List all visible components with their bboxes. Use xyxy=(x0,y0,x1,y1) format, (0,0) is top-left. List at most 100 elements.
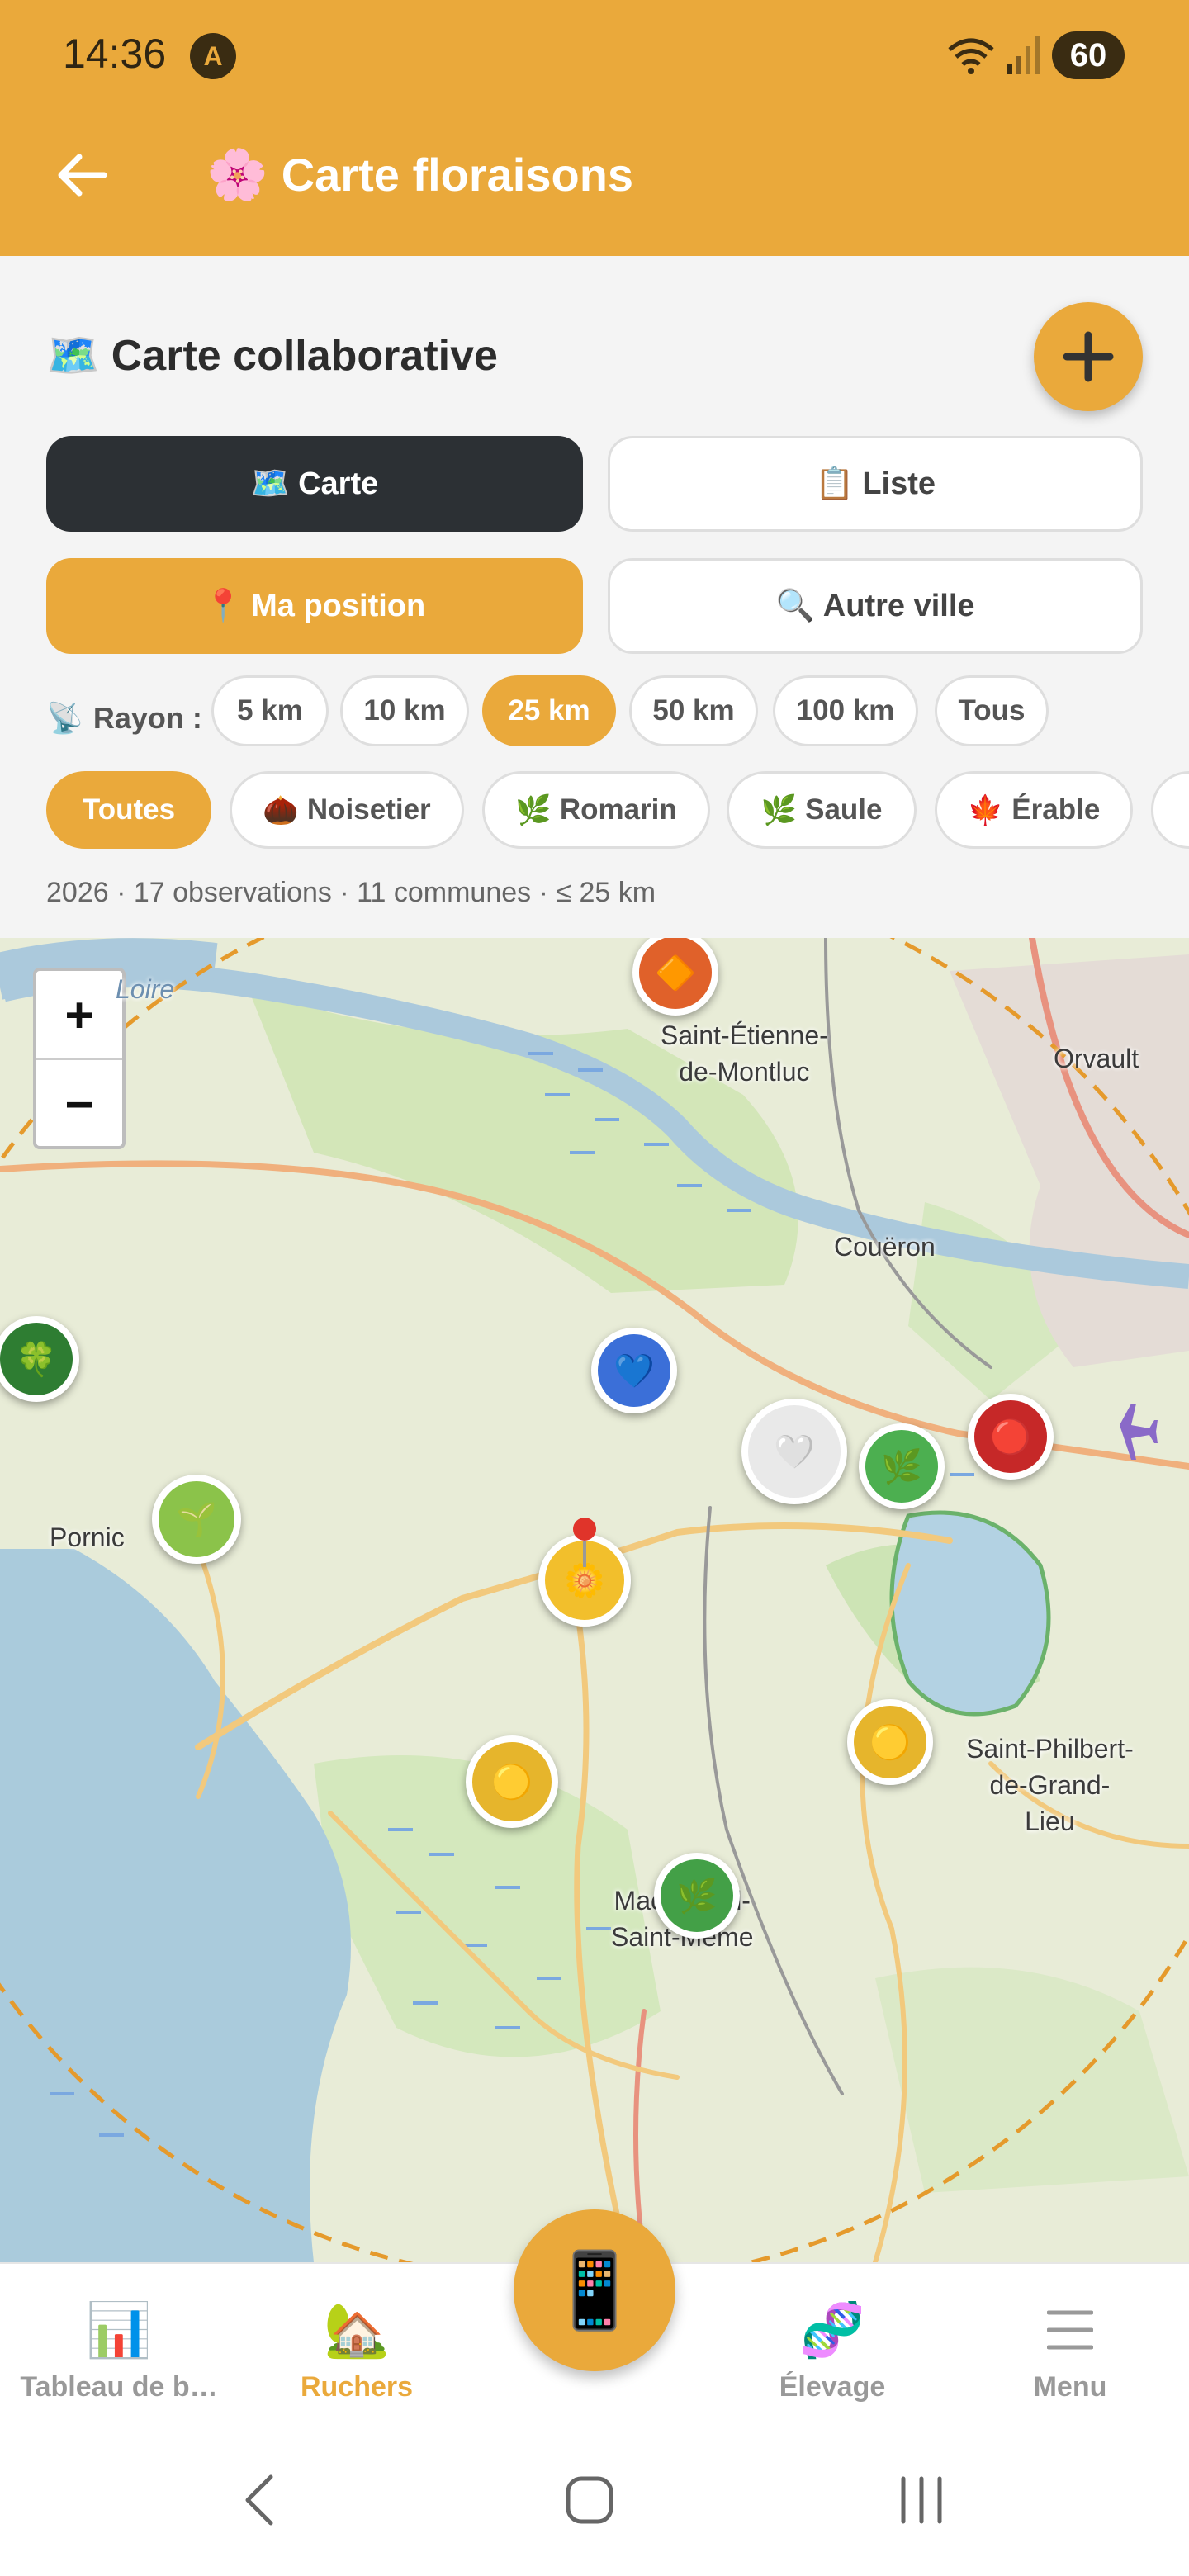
herb-icon: 🌿 xyxy=(881,1448,922,1485)
species-chip-erable[interactable]: 🍁 Érable xyxy=(935,771,1133,849)
species-chip-all[interactable]: Toutes xyxy=(46,771,211,849)
map-emoji-icon: 🗺️ xyxy=(250,466,291,501)
zoom-out-button[interactable]: − xyxy=(36,1060,122,1148)
section-title: 🗺️ Carte collaborative xyxy=(46,330,498,381)
observation-marker[interactable]: 🔴 xyxy=(968,1394,1054,1480)
species-chip-saule[interactable]: 🌿 Saule xyxy=(727,771,917,849)
blue-heart-icon: 💙 xyxy=(613,1352,655,1390)
place-pornic: Pornic xyxy=(50,1522,125,1552)
nav-apiaries[interactable]: 🏡 Ruchers xyxy=(241,2297,472,2403)
orange-diamond-icon: 🔶 xyxy=(655,954,696,992)
cherry-blossom-icon: 🌸 xyxy=(206,147,268,202)
section-title-text: Carte collaborative xyxy=(111,331,498,380)
hamburger-icon xyxy=(955,2297,1186,2363)
nav-breeding[interactable]: 🧬 Élevage xyxy=(717,2297,948,2403)
observation-marker[interactable]: 🤍 xyxy=(741,1399,847,1504)
dna-icon: 🧬 xyxy=(799,2299,865,2360)
nav-center-button[interactable]: 📱 xyxy=(514,2209,675,2371)
species-chip-noisetier-label: Noisetier xyxy=(306,793,431,826)
page-title-text: Carte floraisons xyxy=(281,149,634,201)
species-chip-overflow[interactable] xyxy=(1151,771,1189,849)
add-observation-button[interactable] xyxy=(1034,302,1143,411)
nav-breeding-label: Élevage xyxy=(779,2371,886,2403)
system-back-icon[interactable] xyxy=(241,2474,277,2526)
nav-dashboard[interactable]: 📊 Tableau de b… xyxy=(3,2297,234,2403)
nav-menu-label: Menu xyxy=(1033,2371,1107,2403)
place-saint-philbert: Saint-Philbert- de-Grand- Lieu xyxy=(966,1734,1134,1836)
house-icon: 🏡 xyxy=(324,2299,390,2360)
species-chip-all-label: Toutes xyxy=(82,793,176,826)
other-city-label: Autre ville xyxy=(822,588,975,623)
observation-marker[interactable]: 🟡 xyxy=(847,1699,933,1785)
place-coueron: Couëron xyxy=(834,1232,936,1262)
system-home-icon[interactable] xyxy=(565,2474,614,2526)
observation-marker[interactable]: 🌱 xyxy=(152,1475,241,1564)
search-icon: 🔍 xyxy=(775,589,815,623)
list-view-button[interactable]: 📋 Liste xyxy=(608,436,1143,532)
current-position-pin-icon xyxy=(573,1518,596,1567)
zoom-control: + − xyxy=(33,968,126,1149)
clipboard-icon: 📋 xyxy=(814,466,855,501)
map-emoji-icon: 🗺️ xyxy=(46,332,100,380)
battery-indicator: 60 xyxy=(1052,31,1125,79)
white-heart-icon: 🤍 xyxy=(774,1433,815,1470)
species-chip-romarin[interactable]: 🌿 Romarin xyxy=(482,771,710,849)
status-bar: 14:36 A 60 xyxy=(0,0,1189,116)
maple-leaf-icon: 🍁 xyxy=(967,793,1004,826)
other-city-button[interactable]: 🔍 Autre ville xyxy=(608,558,1143,654)
observation-marker[interactable]: 💙 xyxy=(591,1328,677,1413)
radius-label-text: Rayon : xyxy=(92,701,202,735)
radius-chip-all[interactable]: Tous xyxy=(935,675,1049,746)
status-time: 14:36 xyxy=(63,31,167,77)
observation-marker[interactable]: 🟡 xyxy=(466,1735,558,1828)
app-bar: 14:36 A 60 🌸 Carte floraisons xyxy=(0,0,1189,256)
clover-icon: 🍀 xyxy=(16,1341,57,1378)
mobile-phone-icon: 📱 xyxy=(547,2249,642,2332)
signal-icon xyxy=(1007,36,1040,74)
system-recents-icon[interactable] xyxy=(898,2474,945,2526)
herb-icon: 🌿 xyxy=(515,793,552,826)
radius-chip-50[interactable]: 50 km xyxy=(629,675,758,746)
yellow-circle-icon: 🟡 xyxy=(491,1764,533,1801)
observation-marker[interactable]: 🌿 xyxy=(654,1853,740,1939)
radius-chip-10[interactable]: 10 km xyxy=(340,675,469,746)
place-orvault: Orvault xyxy=(1054,1044,1139,1073)
radius-chip-5[interactable]: 5 km xyxy=(211,675,329,746)
wifi-icon xyxy=(948,38,994,74)
zoom-in-button[interactable]: + xyxy=(36,971,122,1058)
species-chip-romarin-label: Romarin xyxy=(559,793,677,826)
notification-icon: A xyxy=(190,33,236,79)
back-arrow-icon[interactable] xyxy=(53,145,112,205)
place-loire: Loire xyxy=(116,974,175,1004)
map-view-label: Carte xyxy=(298,466,379,501)
my-position-label: Ma position xyxy=(251,588,426,623)
my-position-button[interactable]: 📍 Ma position xyxy=(46,558,583,654)
radius-chip-25[interactable]: 25 km xyxy=(482,675,616,746)
bar-chart-icon: 📊 xyxy=(86,2299,152,2360)
map-view-button[interactable]: 🗺️ Carte xyxy=(46,436,583,532)
species-chip-saule-label: Saule xyxy=(805,793,883,826)
species-chip-noisetier[interactable]: 🌰 Noisetier xyxy=(230,771,464,849)
nav-menu[interactable]: Menu xyxy=(955,2297,1186,2403)
radius-label: 📡 Rayon : xyxy=(46,694,202,743)
observations-summary: 2026 · 17 observations · 11 communes · ≤… xyxy=(46,877,656,908)
list-view-label: Liste xyxy=(862,466,936,501)
observation-marker[interactable]: 🌿 xyxy=(859,1423,945,1509)
plus-icon xyxy=(1063,331,1114,382)
battery-level: 60 xyxy=(1069,37,1107,73)
pin-icon: 📍 xyxy=(203,589,244,623)
satellite-icon: 📡 xyxy=(46,701,83,735)
radius-chip-100[interactable]: 100 km xyxy=(773,675,918,746)
page-title: 🌸 Carte floraisons xyxy=(206,145,633,204)
seedling-icon: 🌱 xyxy=(176,1501,217,1538)
nav-dashboard-label: Tableau de b… xyxy=(20,2371,218,2403)
herb-icon: 🌿 xyxy=(676,1878,718,1915)
chestnut-icon: 🌰 xyxy=(263,793,299,826)
yellow-circle-icon: 🟡 xyxy=(869,1724,911,1761)
place-saint-etienne: Saint-Étienne- de-Montluc xyxy=(661,1020,828,1087)
nav-apiaries-label: Ruchers xyxy=(300,2371,414,2403)
species-chip-erable-label: Érable xyxy=(1011,793,1101,826)
flowering-map[interactable]: + − Loire Saint-Étienne- de-Montluc Orva… xyxy=(0,938,1189,2262)
system-navigation-bar xyxy=(0,2427,1189,2576)
red-circle-icon: 🔴 xyxy=(990,1418,1031,1456)
